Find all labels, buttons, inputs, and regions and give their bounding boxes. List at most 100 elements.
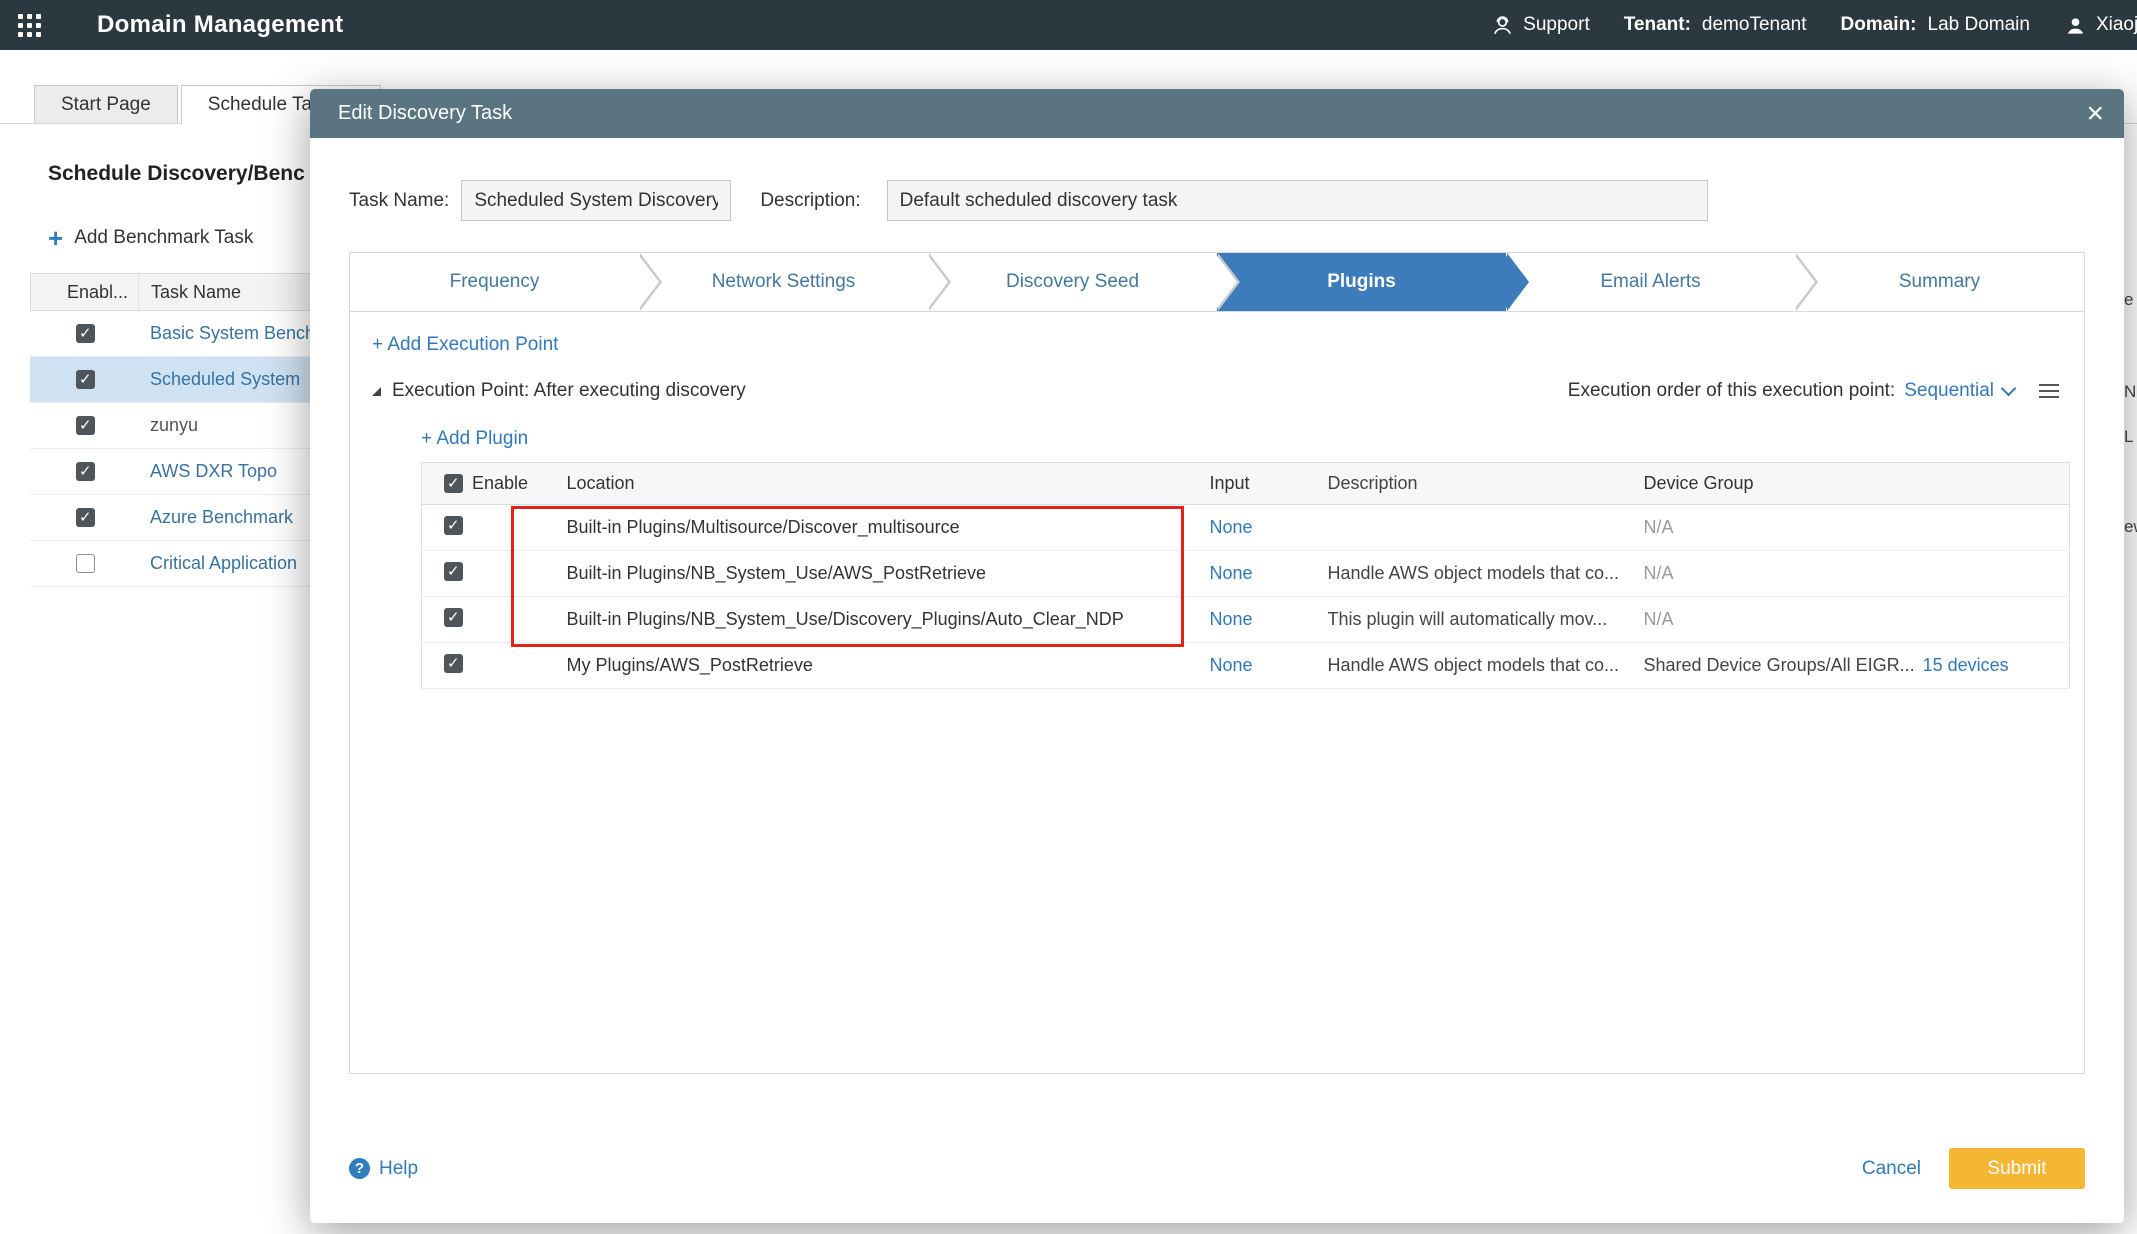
plugin-row[interactable]: Built-in Plugins/Multisource/Discover_mu… xyxy=(422,505,2070,551)
wizard-tab-email-alerts[interactable]: Email Alerts xyxy=(1506,253,1795,311)
domain-info: Domain: Lab Domain xyxy=(1841,14,2030,36)
plugin-description: This plugin will automatically mov... xyxy=(1318,597,1636,643)
column-header-task-name: Task Name xyxy=(139,282,241,303)
support-icon xyxy=(1491,14,1514,37)
tenant-label: Tenant: xyxy=(1624,14,1691,36)
task-name-input[interactable] xyxy=(461,180,731,221)
wizard-tab-frequency[interactable]: Frequency xyxy=(350,253,639,311)
column-header-location: Location xyxy=(561,463,1195,505)
column-header-enabled: Enabl... xyxy=(31,274,139,310)
domain-label: Domain: xyxy=(1841,14,1917,36)
row-checkbox[interactable] xyxy=(444,608,463,627)
plugin-table: Enable Location Input Description Device… xyxy=(421,462,2070,689)
plugin-device-group: Shared Device Groups/All EIGR... xyxy=(1644,655,1915,675)
add-benchmark-task-button[interactable]: + Add Benchmark Task xyxy=(48,227,253,249)
row-checkbox[interactable] xyxy=(444,516,463,535)
edit-discovery-task-modal: Edit Discovery Task × Task Name: Descrip… xyxy=(310,89,2124,1223)
row-checkbox[interactable] xyxy=(76,416,95,435)
task-name-link[interactable]: Basic System Bench xyxy=(138,323,315,344)
add-execution-point-link[interactable]: + Add Execution Point xyxy=(372,334,558,356)
task-name-link[interactable]: Scheduled System xyxy=(138,369,300,390)
plugin-location: Built-in Plugins/NB_System_Use/Discovery… xyxy=(561,597,1195,643)
plugin-device-group: N/A xyxy=(1644,563,1674,583)
plugin-input-link[interactable]: None xyxy=(1210,517,1253,537)
plugin-input-link[interactable]: None xyxy=(1210,655,1253,675)
support-menu[interactable]: Support xyxy=(1491,14,1590,37)
help-icon: ? xyxy=(349,1158,370,1179)
plugin-row[interactable]: Built-in Plugins/NB_System_Use/Discovery… xyxy=(422,597,2070,643)
tenant-info: Tenant: demoTenant xyxy=(1624,14,1807,36)
tab-start-page[interactable]: Start Page xyxy=(34,85,178,123)
task-name-link[interactable]: zunyu xyxy=(138,415,198,436)
add-plugin-link[interactable]: + Add Plugin xyxy=(421,428,528,450)
user-name: Xiaojin xyxy=(2096,14,2137,36)
hamburger-menu-icon[interactable] xyxy=(2039,384,2059,398)
row-checkbox[interactable] xyxy=(76,324,95,343)
plugin-input-link[interactable]: None xyxy=(1210,609,1253,629)
chevron-down-icon[interactable] xyxy=(2001,381,2017,397)
modal-title: Edit Discovery Task xyxy=(338,102,512,125)
clipped-text-fragment: L xyxy=(2124,427,2137,447)
plugin-description: Handle AWS object models that co... xyxy=(1318,551,1636,597)
execution-order-value[interactable]: Sequential xyxy=(1904,380,1994,402)
execution-point-row: Execution Point: After executing discove… xyxy=(372,380,2059,402)
cancel-button[interactable]: Cancel xyxy=(1862,1158,1921,1180)
row-checkbox[interactable] xyxy=(76,370,95,389)
wizard-tab-plugins[interactable]: Plugins xyxy=(1217,253,1506,311)
apps-grid-icon[interactable] xyxy=(18,14,41,37)
plugin-device-group: N/A xyxy=(1644,517,1674,537)
column-header-enable: Enable xyxy=(472,473,528,494)
wizard-tab-network-settings[interactable]: Network Settings xyxy=(639,253,928,311)
plugin-description xyxy=(1318,505,1636,551)
row-checkbox[interactable] xyxy=(444,654,463,673)
domain-value: Lab Domain xyxy=(1928,14,2030,36)
task-name-link[interactable]: Critical Application xyxy=(138,553,297,574)
help-button[interactable]: ? Help xyxy=(349,1158,418,1180)
task-name-link[interactable]: Azure Benchmark xyxy=(138,507,293,528)
row-checkbox[interactable] xyxy=(444,562,463,581)
modal-footer: ? Help Cancel Submit xyxy=(349,1148,2085,1189)
column-header-description: Description xyxy=(1318,463,1636,505)
plugin-device-group: N/A xyxy=(1644,609,1674,629)
row-checkbox[interactable] xyxy=(76,462,95,481)
task-name-link[interactable]: AWS DXR Topo xyxy=(138,461,277,482)
clipped-text-fragment: ew xyxy=(2124,517,2137,537)
screen: Domain Management Support Tenant: demoTe… xyxy=(0,0,2137,1234)
plus-icon: + xyxy=(48,228,63,248)
plugin-table-wrap: Enable Location Input Description Device… xyxy=(421,462,2069,689)
row-checkbox[interactable] xyxy=(76,508,95,527)
app-title: Domain Management xyxy=(97,11,343,39)
collapse-triangle-icon[interactable] xyxy=(372,387,381,396)
modal-header: Edit Discovery Task × xyxy=(310,89,2124,138)
wizard-tab-discovery-seed[interactable]: Discovery Seed xyxy=(928,253,1217,311)
tenant-value: demoTenant xyxy=(1702,14,1807,36)
user-menu[interactable]: Xiaojin xyxy=(2064,14,2137,37)
execution-point-title: Execution Point: After executing discove… xyxy=(392,380,746,402)
select-all-checkbox[interactable] xyxy=(444,474,463,493)
wizard-panel: Frequency Network Settings Discovery See… xyxy=(349,252,2085,1074)
description-label: Description: xyxy=(760,190,860,212)
plugin-location: Built-in Plugins/Multisource/Discover_mu… xyxy=(561,505,1195,551)
add-benchmark-task-label: Add Benchmark Task xyxy=(74,227,253,249)
plugin-description: Handle AWS object models that co... xyxy=(1318,643,1636,689)
support-label: Support xyxy=(1523,14,1590,36)
wizard-tab-summary[interactable]: Summary xyxy=(1795,253,2084,311)
close-icon[interactable]: × xyxy=(2086,99,2104,129)
column-header-input: Input xyxy=(1195,463,1318,505)
submit-button[interactable]: Submit xyxy=(1949,1148,2085,1189)
devices-count-link[interactable]: 15 devices xyxy=(1923,655,2009,675)
help-label: Help xyxy=(379,1158,418,1180)
plugin-row[interactable]: My Plugins/AWS_PostRetrieve None Handle … xyxy=(422,643,2070,689)
plugin-location: My Plugins/AWS_PostRetrieve xyxy=(561,643,1195,689)
execution-order-label: Execution order of this execution point: xyxy=(1568,380,1895,402)
topbar: Domain Management Support Tenant: demoTe… xyxy=(0,0,2137,50)
column-header-device-group: Device Group xyxy=(1636,463,2047,505)
execution-order-group: Execution order of this execution point:… xyxy=(1568,380,2059,402)
plugin-input-link[interactable]: None xyxy=(1210,563,1253,583)
description-input[interactable] xyxy=(887,180,1708,221)
plugin-row[interactable]: Built-in Plugins/NB_System_Use/AWS_PostR… xyxy=(422,551,2070,597)
row-checkbox[interactable] xyxy=(76,554,95,573)
topbar-right: Support Tenant: demoTenant Domain: Lab D… xyxy=(1491,14,2137,37)
plugins-tab-content: + Add Execution Point Execution Point: A… xyxy=(350,312,2084,1073)
task-form-row: Task Name: Description: xyxy=(349,180,2085,221)
